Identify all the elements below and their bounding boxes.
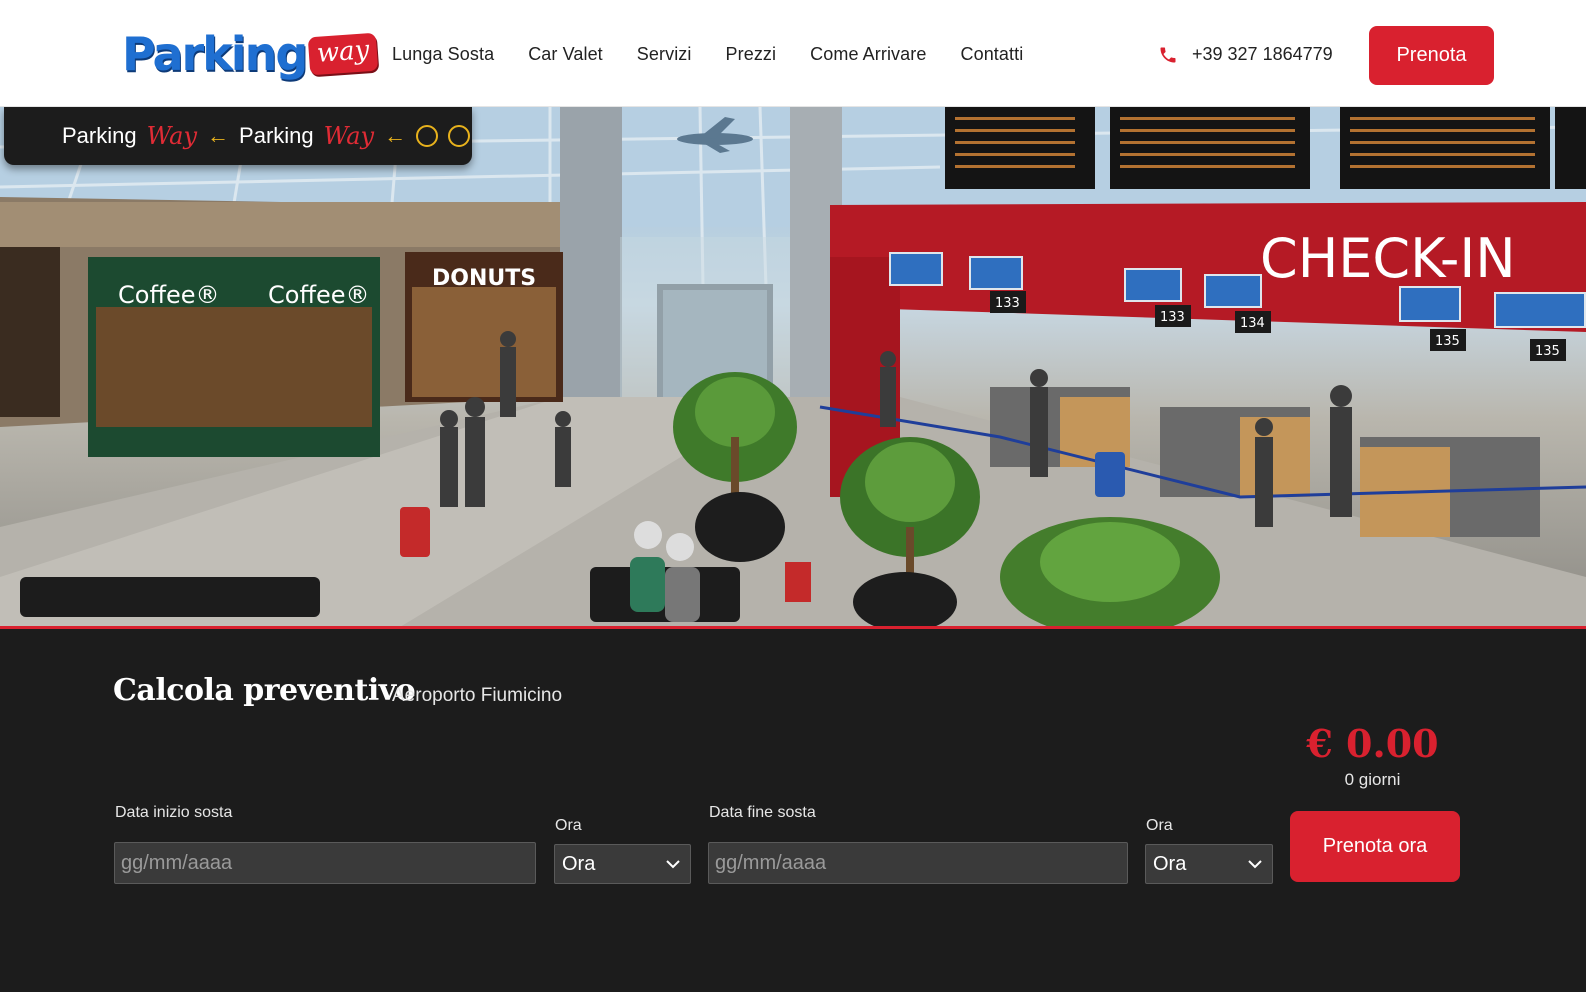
start-date-input[interactable] bbox=[114, 842, 536, 884]
hero-image: Coffee® Coffee® DONUTS CHECK-IN 133 133 … bbox=[0, 107, 1586, 627]
counter-number: 134 bbox=[1240, 316, 1265, 331]
phone-number: +39 327 1864779 bbox=[1192, 44, 1333, 64]
arrow-left-icon: ← bbox=[207, 123, 230, 148]
shop-sign-coffee-1: Coffee® bbox=[118, 281, 220, 309]
counter-number: 135 bbox=[1535, 344, 1560, 359]
site-header: Parking way Lunga Sosta Car Valet Serviz… bbox=[0, 0, 1586, 107]
phone-icon bbox=[1160, 47, 1176, 62]
end-time-value: Ora bbox=[1153, 852, 1187, 875]
shop-sign-donuts: DONUTS bbox=[432, 266, 536, 291]
start-date-label: Data inizio sosta bbox=[115, 804, 233, 821]
nav-servizi[interactable]: Servizi bbox=[637, 44, 692, 65]
counter-number: 133 bbox=[1160, 310, 1185, 325]
end-time-label: Ora bbox=[1146, 817, 1173, 834]
sign-word-2: Parking bbox=[239, 123, 314, 148]
nav-come-arrivare[interactable]: Come Arrivare bbox=[810, 44, 926, 65]
start-time-select[interactable]: Ora bbox=[554, 844, 691, 884]
chevron-down-icon bbox=[1248, 859, 1262, 868]
quote-subtitle: Aeroporto Fiumicino bbox=[392, 685, 563, 706]
end-date-input[interactable] bbox=[708, 842, 1128, 884]
chevron-down-icon bbox=[666, 859, 680, 868]
prenota-button[interactable]: Prenota bbox=[1369, 26, 1494, 85]
quote-title: Calcola preventivo bbox=[113, 673, 416, 708]
start-time-value: Ora bbox=[562, 852, 596, 875]
logo-text: Parking bbox=[122, 27, 308, 81]
phone-link[interactable]: +39 327 1864779 bbox=[1158, 44, 1333, 65]
airport-terminal-illustration: Coffee® Coffee® DONUTS CHECK-IN 133 133 … bbox=[0, 107, 1586, 627]
price-total: € 0.00 bbox=[1306, 721, 1439, 766]
sign-way-1: Way bbox=[146, 122, 198, 150]
nav-contatti[interactable]: Contatti bbox=[960, 44, 1023, 65]
sign-word-1: Parking bbox=[62, 123, 137, 148]
cafe-icon bbox=[416, 125, 439, 147]
days-count: 0 giorni bbox=[1344, 770, 1401, 789]
counter-number: 135 bbox=[1435, 334, 1460, 349]
arrow-left-icon: ← bbox=[384, 123, 407, 148]
nav-lunga-sosta[interactable]: Lunga Sosta bbox=[392, 44, 494, 65]
main-nav: Lunga Sosta Car Valet Servizi Prezzi Com… bbox=[392, 44, 1023, 65]
nav-prezzi[interactable]: Prezzi bbox=[726, 44, 777, 65]
nav-car-valet[interactable]: Car Valet bbox=[528, 44, 603, 65]
sign-way-2: Way bbox=[323, 122, 375, 150]
end-date-label: Data fine sosta bbox=[709, 804, 816, 821]
counter-number: 133 bbox=[995, 296, 1020, 311]
restaurant-icon bbox=[448, 125, 471, 147]
logo-badge: way bbox=[308, 32, 379, 76]
checkin-sign: CHECK-IN bbox=[1260, 227, 1516, 290]
end-time-select[interactable]: Ora bbox=[1145, 844, 1273, 884]
overhead-sign: Parking Way ← Parking Way ← bbox=[4, 107, 472, 165]
prenota-ora-button[interactable]: Prenota ora bbox=[1290, 811, 1460, 882]
logo[interactable]: Parking way bbox=[122, 26, 379, 82]
start-time-label: Ora bbox=[555, 817, 582, 834]
shop-sign-coffee-2: Coffee® bbox=[268, 281, 370, 309]
